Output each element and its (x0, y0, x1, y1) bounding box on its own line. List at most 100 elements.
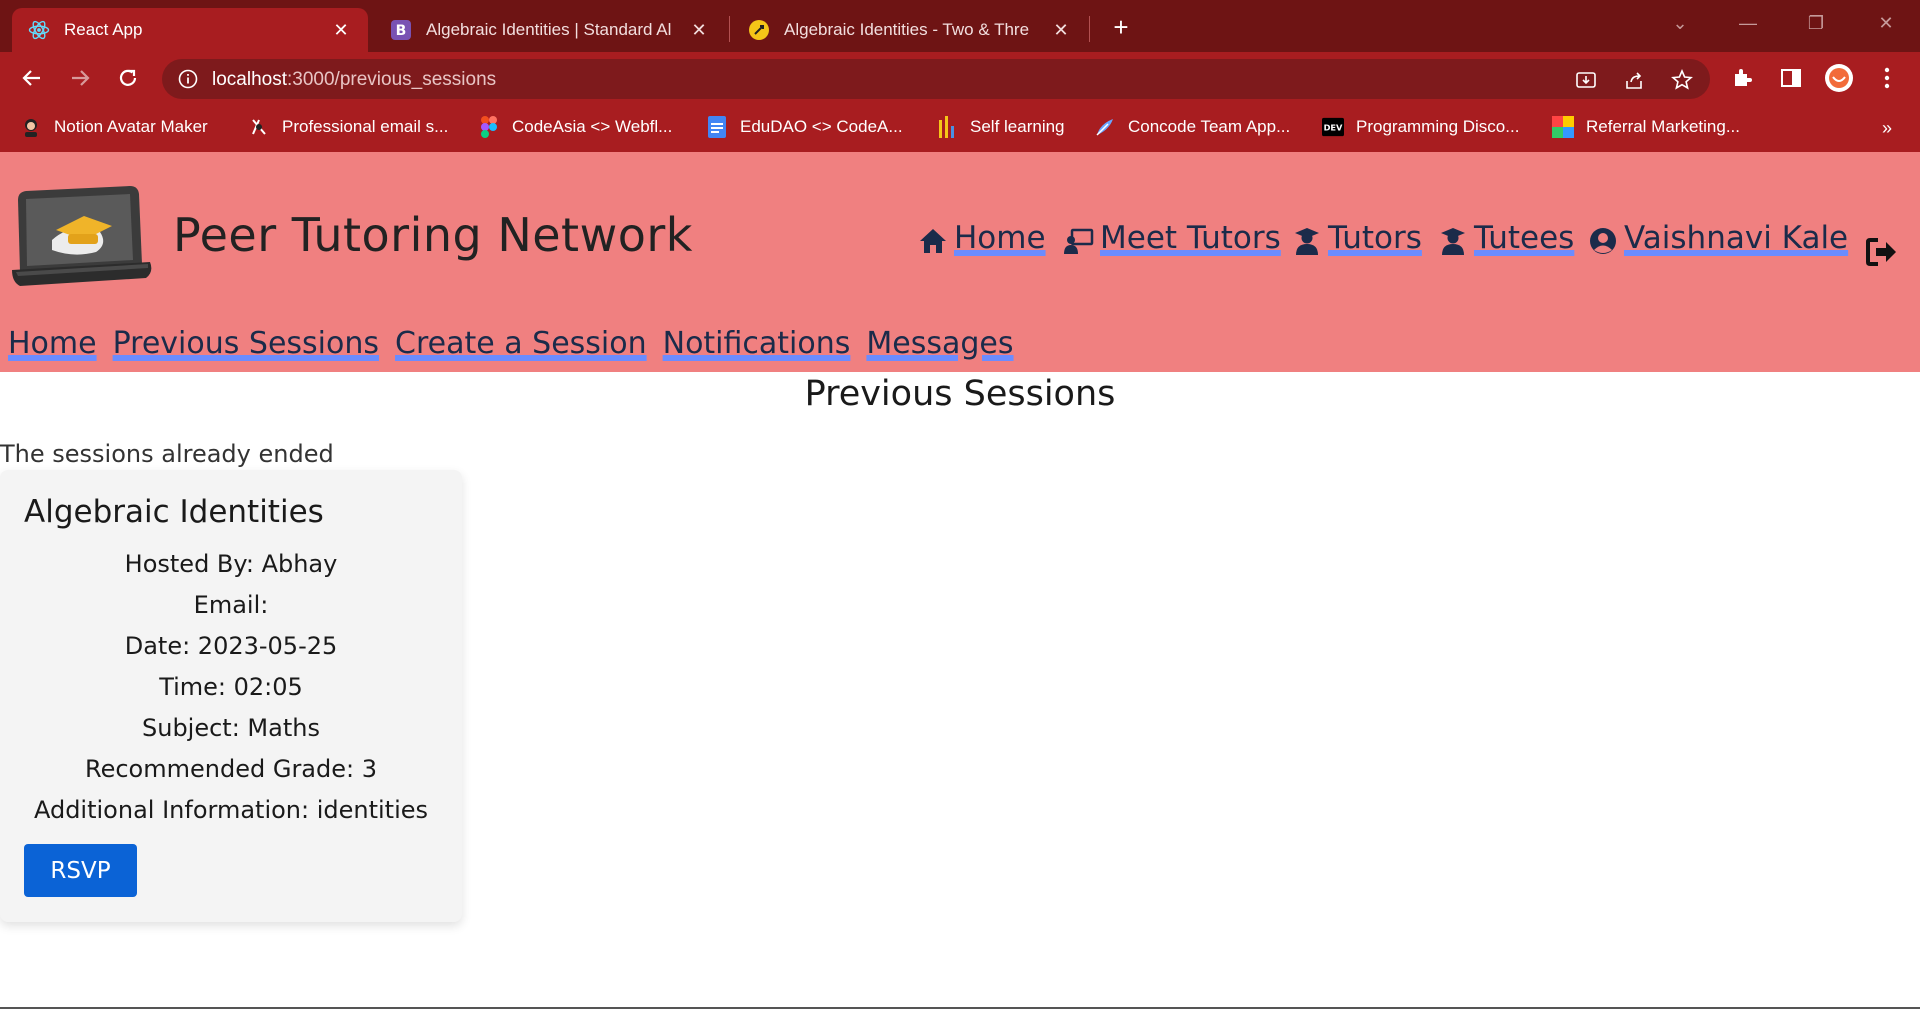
install-icon[interactable] (1574, 68, 1598, 92)
forward-icon[interactable] (64, 62, 96, 94)
profile-avatar[interactable] (1824, 63, 1854, 93)
new-tab-button[interactable]: + (1106, 12, 1136, 42)
nav-link[interactable]: Tutees (1438, 220, 1574, 256)
bookmark-label: Professional email s... (282, 117, 449, 136)
laptop-graduation-logo[interactable] (12, 182, 154, 292)
graduate-icon (1292, 226, 1322, 256)
chalkboard-icon (1064, 226, 1094, 256)
bootstrap-icon: B (390, 19, 412, 41)
reload-icon[interactable] (112, 62, 144, 94)
dev-icon: DEV (1322, 116, 1344, 138)
nav-label: Tutors (1328, 220, 1422, 256)
subnav-previous-sessions[interactable]: Previous Sessions (113, 326, 379, 361)
nav-link[interactable]: Tutors (1292, 220, 1422, 256)
close-icon[interactable]: ✕ (330, 19, 352, 41)
close-icon[interactable]: ✕ (688, 19, 710, 41)
page-title: Previous Sessions (804, 374, 1116, 414)
session-date: Date: 2023-05-25 (124, 632, 338, 660)
nav-user-profile[interactable]: Vaishnavi Kale (1588, 216, 1848, 256)
star-icon[interactable] (1670, 68, 1694, 92)
bookmark-programming-discord[interactable]: DEV Programming Disco... (1322, 114, 1519, 140)
tab-algebraic-identities-standard[interactable]: B Algebraic Identities | Standard Al ✕ (374, 8, 726, 52)
email-icon (248, 116, 270, 138)
svg-text:B: B (396, 23, 407, 39)
session-time: Time: 02:05 (159, 673, 303, 701)
site-header: Peer Tutoring Network Home Meet Tutors T… (0, 152, 1920, 372)
bookmark-codeasia-webflow[interactable]: CodeAsia <> Webfl... (478, 114, 672, 140)
rsvp-button[interactable]: RSVP (24, 844, 137, 897)
bookmark-concode-team[interactable]: Concode Team App... (1094, 114, 1290, 140)
tab-react-app[interactable]: React App ✕ (12, 8, 368, 52)
menu-kebab-icon[interactable] (1872, 63, 1902, 93)
session-email: Email: (193, 591, 269, 619)
bookmark-notion-avatar-maker[interactable]: Notion Avatar Maker (20, 114, 208, 140)
nav-home[interactable]: Home (918, 216, 1046, 256)
tab-algebraic-identities-two-three[interactable]: Algebraic Identities - Two & Thre ✕ (732, 8, 1088, 52)
bookmark-label: CodeAsia <> Webfl... (512, 117, 673, 136)
avatar-icon (20, 116, 42, 138)
nav-link[interactable]: Home (918, 220, 1046, 256)
session-info: Additional Information: identities (33, 796, 429, 824)
page: Peer Tutoring Network Home Meet Tutors T… (0, 152, 1920, 1009)
session-grade: Recommended Grade: 3 (85, 755, 377, 783)
referral-icon (1552, 116, 1574, 138)
site-info-icon[interactable] (178, 69, 198, 89)
bookmarks-bar: Notion Avatar Maker Professional email s… (0, 104, 1920, 152)
side-panel-icon[interactable] (1776, 63, 1806, 93)
react-icon (28, 19, 50, 41)
share-icon[interactable] (1622, 68, 1646, 92)
nav-tutees[interactable]: Tutees (1438, 216, 1574, 256)
graduate-icon (1438, 226, 1468, 256)
subnav-notifications[interactable]: Notifications (663, 326, 851, 361)
subnav-create-session[interactable]: Create a Session (395, 326, 647, 361)
subnav-messages[interactable]: Messages (866, 326, 1013, 361)
bookmarks-overflow-button[interactable]: » (1882, 118, 1892, 139)
logout-icon[interactable] (1866, 226, 1898, 266)
chart-icon (936, 116, 958, 138)
nav-label: Meet Tutors (1100, 220, 1281, 256)
bookmark-label: Referral Marketing... (1586, 117, 1740, 136)
bookmark-edudao-codeasia[interactable]: EduDAO <> CodeA... (706, 114, 903, 140)
bookmark-self-learning[interactable]: Self learning (936, 114, 1065, 140)
page-subtitle: The sessions already ended (0, 440, 334, 468)
nav-label: Vaishnavi Kale (1624, 220, 1849, 256)
session-title: Algebraic Identities (24, 494, 324, 530)
feather-icon (1094, 116, 1116, 138)
extensions-icon[interactable] (1728, 63, 1758, 93)
nav-label: Tutees (1474, 220, 1575, 256)
nav-label: Home (954, 220, 1046, 256)
nav-meet-tutors[interactable]: Meet Tutors (1064, 216, 1281, 256)
session-card: Algebraic Identities Hosted By: Abhay Em… (0, 470, 462, 922)
restore-icon[interactable]: ❐ (1796, 8, 1836, 38)
nav-link[interactable]: Meet Tutors (1064, 220, 1281, 256)
browser-toolbar: localhost:3000/previous_sessions (0, 52, 1920, 104)
bookmark-label: Concode Team App... (1128, 117, 1291, 136)
figma-icon (478, 116, 500, 138)
bookmark-label: Self learning (970, 117, 1065, 136)
tab-title: Algebraic Identities - Two & Thre (784, 20, 1030, 39)
sub-navigation: Home Previous Sessions Create a Session … (8, 326, 1014, 361)
address-bar[interactable]: localhost:3000/previous_sessions (162, 59, 1710, 99)
bookmark-label: EduDAO <> CodeA... (740, 117, 903, 136)
tab-title: Algebraic Identities | Standard Al (426, 20, 672, 39)
tab-separator (729, 16, 730, 42)
tab-strip: React App ✕ B Algebraic Identities | Sta… (0, 0, 1920, 52)
home-icon (918, 226, 948, 256)
bookmark-referral-marketing[interactable]: Referral Marketing... (1552, 114, 1740, 140)
close-icon[interactable]: ✕ (1050, 19, 1072, 41)
minimize-icon[interactable]: — (1728, 8, 1768, 38)
user-circle-icon (1588, 226, 1618, 256)
svg-text:DEV: DEV (1324, 123, 1343, 133)
nav-tutors[interactable]: Tutors (1292, 216, 1422, 256)
window-close-icon[interactable]: ✕ (1866, 8, 1906, 38)
bookmark-professional-email[interactable]: Professional email s... (248, 114, 448, 140)
session-host: Hosted By: Abhay (124, 550, 338, 578)
brand-title: Peer Tutoring Network (173, 208, 693, 262)
subnav-home[interactable]: Home (8, 326, 97, 361)
tab-search-icon[interactable]: ⌄ (1660, 8, 1700, 38)
url-text: localhost:3000/previous_sessions (212, 69, 496, 91)
back-icon[interactable] (16, 62, 48, 94)
bookmark-label: Notion Avatar Maker (54, 117, 208, 136)
nav-link[interactable]: Vaishnavi Kale (1588, 220, 1848, 256)
tab-title: React App (64, 20, 143, 39)
